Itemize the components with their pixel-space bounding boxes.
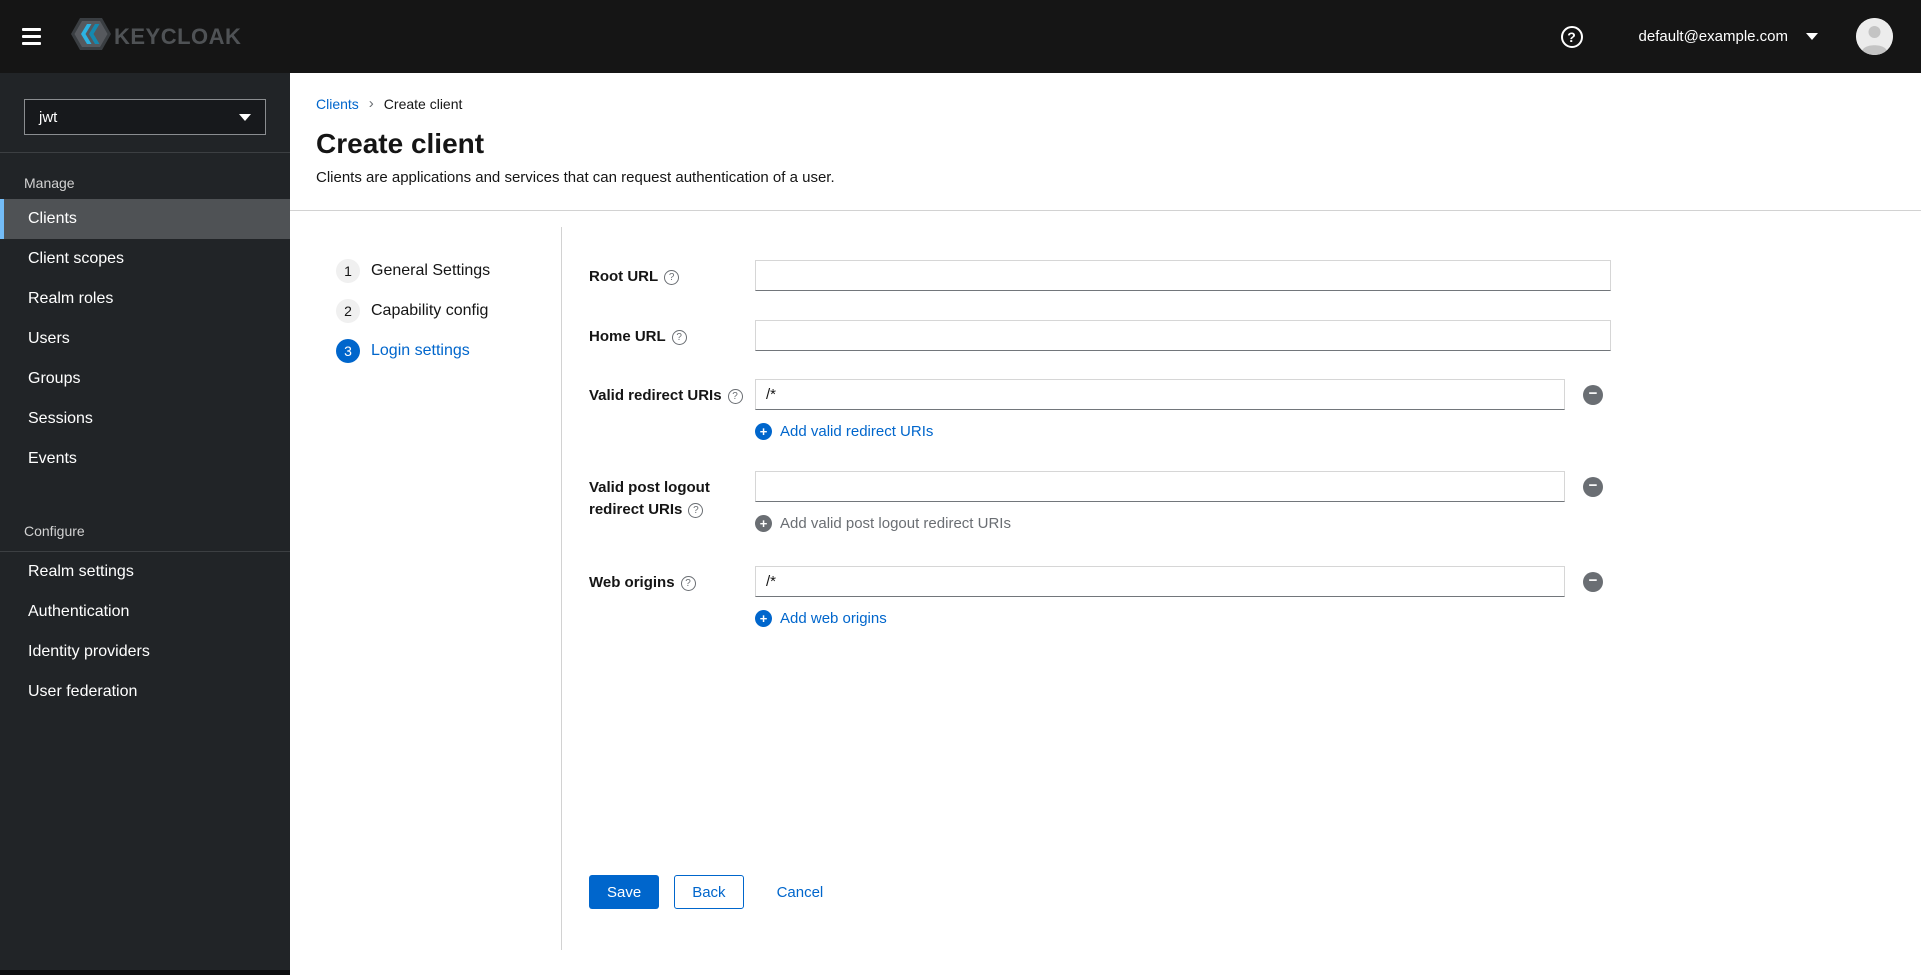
keycloak-logo: KEYCLOAK	[70, 16, 241, 57]
save-button[interactable]: Save	[589, 875, 660, 909]
sidebar-item-realm-roles[interactable]: Realm roles	[0, 279, 290, 319]
valid-post-logout-redirect-uri-input[interactable]	[755, 471, 1565, 502]
plus-icon: +	[755, 515, 772, 532]
home-url-label: Home URL	[589, 328, 666, 345]
add-web-origins-button[interactable]: + Add web origins	[755, 610, 1603, 627]
nav-toggle-menu-icon[interactable]	[0, 0, 56, 73]
sidebar-item-users[interactable]: Users	[0, 319, 290, 359]
minus-icon: −	[1588, 385, 1598, 402]
wizard-step-general-settings[interactable]: 1 General Settings	[336, 259, 561, 283]
wizard-steps-nav: 1 General Settings 2 Capability config 3…	[290, 227, 562, 950]
web-origin-input[interactable]	[755, 566, 1565, 597]
chevron-down-icon	[1806, 33, 1818, 40]
masthead: KEYCLOAK ? default@example.com	[0, 0, 1921, 73]
back-button[interactable]: Back	[674, 875, 744, 909]
nav-section-manage: Manage Clients Client scopes Realm roles…	[0, 155, 290, 479]
add-web-origins-label: Add web origins	[780, 610, 887, 627]
keycloak-admin-console: KEYCLOAK ? default@example.com jwt Manag	[0, 0, 1921, 975]
home-url-field-row: Home URL?	[589, 320, 1921, 351]
remove-web-origin-button[interactable]: −	[1583, 571, 1603, 592]
login-settings-form: Root URL? Home URL? Valid redirect URIs …	[562, 211, 1921, 975]
plus-icon: +	[755, 423, 772, 440]
sidebar-item-identity-providers[interactable]: Identity providers	[0, 632, 290, 672]
valid-redirect-uris-label: Valid redirect URIs	[589, 387, 722, 404]
home-url-input[interactable]	[755, 320, 1611, 351]
step-number: 1	[336, 259, 360, 283]
valid-redirect-uris-help-icon[interactable]: ?	[727, 389, 743, 404]
sidebar-divider	[0, 152, 290, 153]
page-title: Create client	[316, 128, 485, 159]
current-realm: jwt	[39, 108, 58, 126]
form-actions: Save Back Cancel	[589, 875, 1921, 909]
nav-section-title: Configure	[0, 503, 290, 552]
main-content: Clients › Create client Create client Cl…	[290, 73, 1921, 975]
remove-redirect-uri-button[interactable]: −	[1583, 384, 1603, 405]
sidebar-item-events[interactable]: Events	[0, 439, 290, 479]
sidebar-item-sessions[interactable]: Sessions	[0, 399, 290, 439]
breadcrumb-separator-icon: ›	[368, 95, 374, 112]
step-label: Login settings	[371, 342, 470, 359]
keycloak-logo-icon	[70, 16, 112, 57]
root-url-label: Root URL	[589, 268, 659, 285]
breadcrumb: Clients › Create client	[316, 95, 1921, 112]
valid-redirect-uri-input[interactable]	[755, 379, 1565, 410]
wizard-step-login-settings[interactable]: 3 Login settings	[336, 339, 561, 363]
page-header: Clients › Create client Create client Cl…	[290, 73, 1921, 211]
step-number: 2	[336, 299, 360, 323]
nav-section-configure: Configure Realm settings Authentication …	[0, 503, 290, 712]
valid-redirect-uris-field-row: Valid redirect URIs? − + Add valid redir…	[589, 379, 1921, 440]
nav-section-title: Manage	[24, 175, 75, 191]
step-number: 3	[336, 339, 360, 363]
sidebar-item-authentication[interactable]: Authentication	[0, 592, 290, 632]
breadcrumb-current: Create client	[383, 95, 463, 112]
add-valid-post-logout-redirect-uris-label: Add valid post logout redirect URIs	[780, 515, 1011, 532]
home-url-help-icon[interactable]: ?	[671, 330, 687, 345]
realm-selector[interactable]: jwt	[24, 99, 266, 135]
sidebar: jwt Manage Clients Client scopes Realm r…	[0, 73, 290, 975]
step-label: General Settings	[371, 262, 491, 279]
sidebar-item-client-scopes[interactable]: Client scopes	[0, 239, 290, 279]
add-valid-redirect-uris-button[interactable]: + Add valid redirect URIs	[755, 423, 1603, 440]
avatar[interactable]	[1856, 18, 1893, 55]
root-url-input[interactable]	[755, 260, 1611, 291]
sidebar-item-realm-settings[interactable]: Realm settings	[0, 552, 290, 592]
web-origins-field-row: Web origins? − + Add web origins	[589, 566, 1921, 627]
sidebar-item-clients[interactable]: Clients	[0, 199, 290, 239]
web-origins-label: Web origins	[589, 574, 675, 591]
brand-title: KEYCLOAK	[114, 23, 242, 49]
add-valid-redirect-uris-label: Add valid redirect URIs	[780, 423, 934, 440]
sidebar-item-groups[interactable]: Groups	[0, 359, 290, 399]
breadcrumb-clients-link[interactable]: Clients	[316, 96, 359, 112]
create-client-wizard: 1 General Settings 2 Capability config 3…	[290, 211, 1921, 975]
wizard-step-capability-config[interactable]: 2 Capability config	[336, 299, 561, 323]
plus-icon: +	[755, 610, 772, 627]
help-icon[interactable]: ?	[1560, 25, 1583, 48]
cancel-button[interactable]: Cancel	[777, 875, 824, 909]
minus-icon: −	[1588, 572, 1598, 589]
add-valid-post-logout-redirect-uris-button[interactable]: + Add valid post logout redirect URIs	[755, 515, 1603, 532]
caret-down-icon	[239, 113, 251, 121]
user-email: default@example.com	[1638, 28, 1788, 45]
root-url-help-icon[interactable]: ?	[664, 270, 680, 285]
remove-post-logout-redirect-uri-button[interactable]: −	[1583, 476, 1603, 497]
web-origins-help-icon[interactable]: ?	[680, 576, 696, 591]
valid-post-logout-redirect-uris-help-icon[interactable]: ?	[688, 503, 704, 518]
step-label: Capability config	[371, 302, 489, 319]
minus-icon: −	[1588, 477, 1598, 494]
sidebar-item-user-federation[interactable]: User federation	[0, 672, 290, 712]
user-dropdown[interactable]: default@example.com	[1639, 28, 1818, 45]
valid-post-logout-redirect-uris-field-row: Valid post logout redirect URIs? − + Add…	[589, 471, 1921, 532]
page-description: Clients are applications and services th…	[316, 169, 835, 186]
root-url-field-row: Root URL?	[589, 260, 1921, 291]
